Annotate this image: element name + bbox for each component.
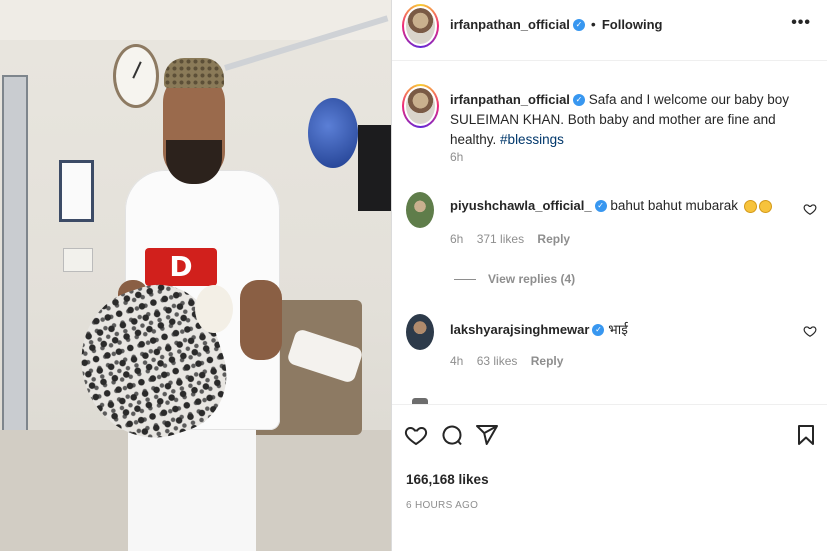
author-row: irfanpathan_official ✓ • Following bbox=[450, 16, 662, 32]
medical-lamp bbox=[308, 98, 358, 168]
man-cap bbox=[164, 58, 224, 88]
caption-username[interactable]: irfanpathan_official bbox=[450, 92, 570, 107]
separator-dot: • bbox=[590, 16, 596, 32]
reply-button[interactable]: Reply bbox=[537, 232, 570, 246]
comment-likes[interactable]: 371 likes bbox=[477, 232, 524, 246]
header-divider bbox=[392, 60, 827, 61]
caption-avatar[interactable] bbox=[402, 84, 439, 128]
reply-button[interactable]: Reply bbox=[531, 354, 564, 368]
emoji-icon bbox=[743, 199, 757, 213]
man-right-arm bbox=[240, 280, 282, 360]
replies-dash bbox=[454, 279, 476, 281]
wall-clock bbox=[113, 44, 159, 108]
comment-time[interactable]: 4h bbox=[450, 354, 463, 368]
view-replies-label: View replies (4) bbox=[488, 272, 576, 286]
more-options-icon[interactable]: ••• bbox=[791, 14, 811, 32]
post-header: irfanpathan_official ✓ • Following ••• bbox=[392, 0, 827, 54]
door bbox=[2, 75, 28, 475]
wall-frame bbox=[59, 160, 94, 222]
comment-body: lakshyarajsinghmewar ✓ भाई bbox=[450, 320, 628, 338]
switchboard bbox=[63, 248, 93, 272]
comment-likes[interactable]: 63 likes bbox=[477, 354, 518, 368]
verified-icon: ✓ bbox=[592, 324, 605, 337]
comment-icon[interactable] bbox=[440, 423, 464, 447]
comment-time[interactable]: 6h bbox=[450, 232, 463, 246]
post-timestamp[interactable]: 6 HOURS AGO bbox=[406, 500, 478, 511]
comment-text: भाई bbox=[608, 322, 628, 338]
wall-tv bbox=[358, 125, 391, 211]
comment-body: piyushchawla_official_ ✓ bahut bahut muba… bbox=[450, 198, 772, 213]
commenter-username[interactable]: lakshyarajsinghmewar bbox=[450, 322, 589, 337]
commenter-avatar[interactable] bbox=[406, 314, 434, 350]
commenter-username[interactable]: piyushchawla_official_ bbox=[450, 198, 592, 213]
bookmark-icon[interactable] bbox=[794, 423, 818, 447]
actions-divider bbox=[392, 404, 827, 405]
likes-count[interactable]: 166,168 likes bbox=[406, 472, 489, 487]
verified-icon: ✓ bbox=[572, 94, 585, 107]
post-sidebar: irfanpathan_official ✓ • Following ••• irfa… bbox=[392, 0, 827, 551]
caption-text: irfanpathan_official ✓ Safa and I welcome… bbox=[450, 90, 812, 150]
caption-time[interactable]: 6h bbox=[450, 150, 463, 164]
comment-heart-icon[interactable] bbox=[803, 202, 817, 216]
share-icon[interactable] bbox=[475, 423, 499, 447]
heart-icon[interactable] bbox=[404, 423, 428, 447]
action-bar bbox=[392, 420, 827, 454]
emoji-icon bbox=[758, 199, 772, 213]
comment-meta: 6h 371 likes Reply bbox=[450, 232, 580, 246]
verified-icon: ✓ bbox=[572, 19, 585, 32]
tshirt-logo: D bbox=[145, 248, 217, 286]
view-replies-button[interactable]: View replies (4) bbox=[454, 272, 575, 286]
author-avatar[interactable] bbox=[402, 4, 439, 48]
comment-meta: 4h 63 likes Reply bbox=[450, 354, 573, 368]
hashtag-link[interactable]: #blessings bbox=[500, 132, 564, 147]
commenter-avatar[interactable] bbox=[406, 192, 434, 228]
baby-head bbox=[195, 285, 233, 333]
comment-heart-icon[interactable] bbox=[803, 324, 817, 338]
post-photo[interactable]: D bbox=[0, 0, 391, 551]
comment-text: bahut bahut mubarak bbox=[610, 198, 738, 213]
verified-icon: ✓ bbox=[594, 200, 607, 213]
author-username[interactable]: irfanpathan_official bbox=[450, 17, 570, 32]
following-button[interactable]: Following bbox=[602, 17, 663, 32]
